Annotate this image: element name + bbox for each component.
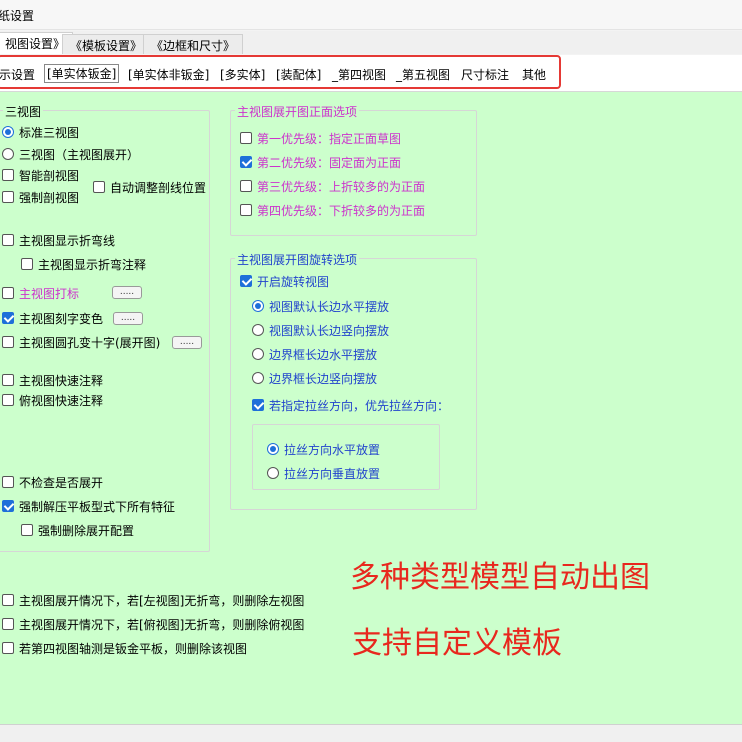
promo-line-1: 多种类型模型自动出图 [350,560,650,595]
show-bend-lines-checkbox[interactable]: 主视图显示折弯线 [2,232,115,248]
priority-3-checkbox[interactable]: 第三优先级：上折较多的为正面 [240,178,425,194]
checkbox-icon[interactable] [2,336,14,348]
radio-icon[interactable] [267,467,279,479]
checkbox-icon[interactable] [2,234,14,246]
priority-1-checkbox[interactable]: 第一优先级：指定正面草图 [240,130,401,146]
checkbox-icon[interactable] [240,156,252,168]
main-tab-row: 视图设置》 《模板设置》 《边框和尺寸》 [0,31,742,54]
bottom-bar [0,724,742,742]
main-marking-checkbox[interactable]: 主视图打标 [2,285,79,301]
title-bar: 纸设置 [0,0,742,30]
checkbox-icon[interactable] [2,191,14,203]
settings-panel: 三视图 标准三视图 三视图（主视图展开） 智能剖视图 强制剖视图 自动调整剖线位… [0,91,742,724]
front-face-group-title: 主视图展开图正面选项 [235,103,360,120]
engrave-settings-button[interactable]: ..... [113,312,143,325]
three-views-group-title: 三视图 [3,103,44,120]
hole-cross-settings-button[interactable]: ..... [172,336,202,349]
checkbox-icon[interactable] [2,374,14,386]
checkbox-icon[interactable] [240,132,252,144]
checkbox-icon[interactable] [93,181,105,193]
promo-line-2: 支持自定义模板 [352,626,562,661]
no-check-unfold-checkbox[interactable]: 不检查是否展开 [2,474,103,490]
checkbox-icon[interactable] [240,275,252,287]
delete-top-view-checkbox[interactable]: 主视图展开情况下，若[俯视图]无折弯，则删除俯视图 [2,616,304,632]
force-section-checkbox[interactable]: 强制剖视图 [2,189,79,205]
window-title: 纸设置 [0,9,35,23]
rotation-long-vertical-option[interactable]: 视图默认长边竖向摆放 [252,322,389,338]
rotation-group-title: 主视图展开图旋转选项 [235,251,360,268]
force-flatten-checkbox[interactable]: 强制解压平板型式下所有特征 [2,498,175,514]
checkbox-icon[interactable] [2,476,14,488]
engrave-color-checkbox[interactable]: 主视图刻字变色 [2,310,103,326]
bbox-long-vertical-option[interactable]: 边界框长边竖向摆放 [252,370,377,386]
grain-vertical-option[interactable]: 拉丝方向垂直放置 [267,465,380,481]
rotation-long-horizontal-option[interactable]: 视图默认长边水平摆放 [252,298,389,314]
auto-adjust-section-checkbox[interactable]: 自动调整剖线位置 [93,179,206,195]
show-bend-notes-checkbox[interactable]: 主视图显示折弯注释 [21,256,146,272]
smart-section-checkbox[interactable]: 智能剖视图 [2,167,79,183]
checkbox-icon[interactable] [21,258,33,270]
delete-left-view-checkbox[interactable]: 主视图展开情况下，若[左视图]无折弯，则删除左视图 [2,592,304,608]
grain-priority-checkbox[interactable]: 若指定拉丝方向，优先拉丝方向： [252,397,449,413]
top-quick-note-checkbox[interactable]: 俯视图快速注释 [2,392,103,408]
grain-horizontal-option[interactable]: 拉丝方向水平放置 [267,441,380,457]
radio-icon[interactable] [252,300,264,312]
checkbox-icon[interactable] [240,204,252,216]
checkbox-icon[interactable] [2,394,14,406]
checkbox-icon[interactable] [2,618,14,630]
tab-template-settings[interactable]: 《模板设置》 [62,34,151,54]
checkbox-icon[interactable] [2,500,14,512]
radio-icon[interactable] [2,126,14,138]
radio-icon[interactable] [267,443,279,455]
tab-border-size[interactable]: 《边框和尺寸》 [143,34,244,54]
radio-icon[interactable] [252,348,264,360]
checkbox-icon[interactable] [2,642,14,654]
force-delete-flat-checkbox[interactable]: 强制删除展开配置 [21,522,134,538]
checkbox-icon[interactable] [2,287,14,299]
checkbox-icon[interactable] [2,594,14,606]
priority-2-checkbox[interactable]: 第二优先级：固定面为正面 [240,154,401,170]
checkbox-icon[interactable] [252,399,264,411]
delete-fourth-view-checkbox[interactable]: 若第四视图轴测是钣金平板，则删除该视图 [2,640,247,656]
checkbox-icon[interactable] [240,180,252,192]
bbox-long-horizontal-option[interactable]: 边界框长边水平摆放 [252,346,377,362]
radio-icon[interactable] [252,324,264,336]
hole-cross-checkbox[interactable]: 主视图圆孔变十字(展开图) [2,334,160,350]
checkbox-icon[interactable] [2,169,14,181]
main-quick-note-checkbox[interactable]: 主视图快速注释 [2,372,103,388]
priority-4-checkbox[interactable]: 第四优先级：下折较多的为正面 [240,202,425,218]
enable-rotation-checkbox[interactable]: 开启旋转视图 [240,273,329,289]
radio-icon[interactable] [2,148,14,160]
standard-views-option[interactable]: 标准三视图 [2,124,79,140]
three-views-unfold-option[interactable]: 三视图（主视图展开） [2,146,139,162]
highlight-box [0,55,561,89]
checkbox-icon[interactable] [2,312,14,324]
checkbox-icon[interactable] [21,524,33,536]
radio-icon[interactable] [252,372,264,384]
marking-settings-button[interactable]: ..... [112,286,142,299]
